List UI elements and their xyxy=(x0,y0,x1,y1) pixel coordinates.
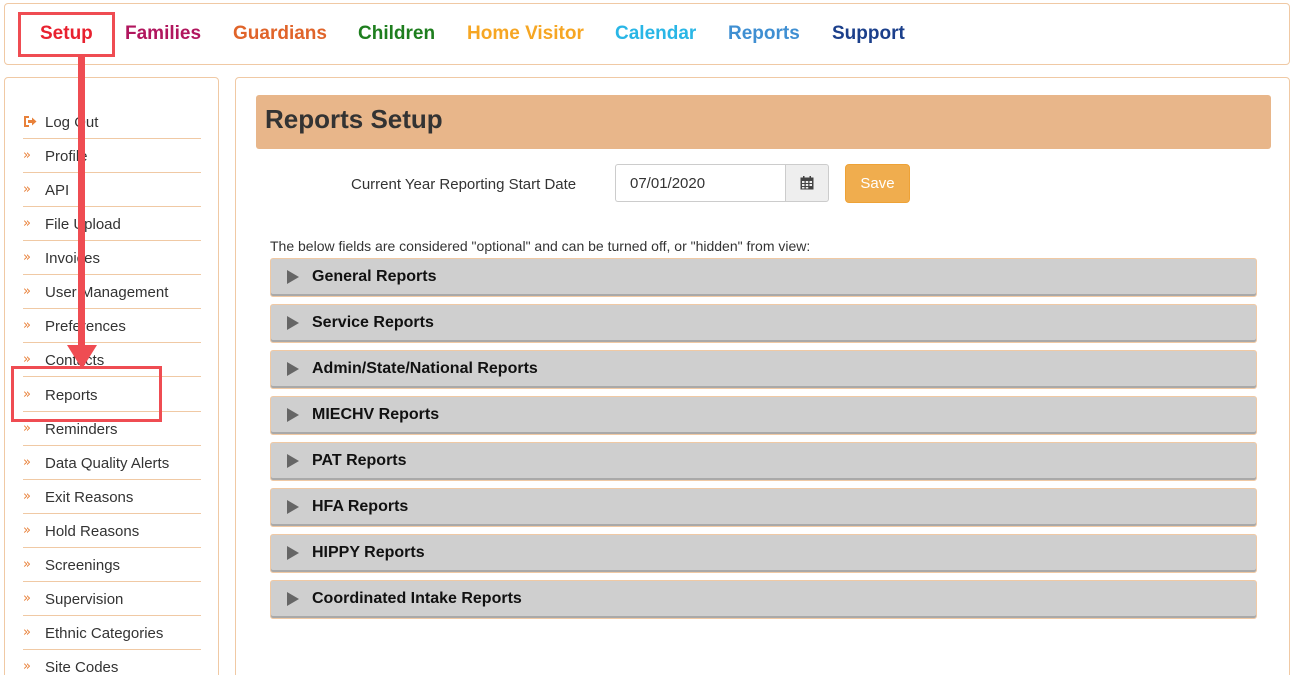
chevron-double-right-icon: » xyxy=(23,523,31,538)
sidebar-item-label: API xyxy=(45,182,70,199)
expand-triangle-icon xyxy=(287,592,299,606)
top-navigation: Setup Families Guardians Children Home V… xyxy=(4,3,1290,65)
chevron-double-right-icon: » xyxy=(23,489,31,504)
accordion-label: MIECHV Reports xyxy=(312,406,440,423)
chevron-double-right-icon: » xyxy=(23,182,31,197)
sidebar-item-site-codes[interactable]: » Site Codes xyxy=(23,650,201,675)
sidebar-item-label: User Management xyxy=(45,284,169,301)
sidebar-item-api[interactable]: » API xyxy=(23,173,201,207)
accordion-admin-state-national-reports[interactable]: Admin/State/National Reports xyxy=(270,350,1257,389)
chevron-double-right-icon: » xyxy=(23,591,31,606)
reporting-start-date-label: Current Year Reporting Start Date xyxy=(351,176,577,193)
accordion-hippy-reports[interactable]: HIPPY Reports xyxy=(270,534,1257,573)
nav-setup[interactable]: Setup xyxy=(40,23,93,45)
accordion-label: PAT Reports xyxy=(312,452,407,469)
sidebar-item-hold-reasons[interactable]: » Hold Reasons xyxy=(23,514,201,548)
nav-home-visitor[interactable]: Home Visitor xyxy=(467,23,584,45)
sidebar-item-label: Hold Reasons xyxy=(45,523,140,540)
sidebar-item-data-quality-alerts[interactable]: » Data Quality Alerts xyxy=(23,446,201,480)
expand-triangle-icon xyxy=(287,316,299,330)
sidebar-item-label: Data Quality Alerts xyxy=(45,455,170,472)
chevron-double-right-icon: » xyxy=(23,250,31,265)
chevron-double-right-icon: » xyxy=(23,387,31,402)
nav-guardians[interactable]: Guardians xyxy=(233,23,327,45)
chevron-double-right-icon: » xyxy=(23,148,31,163)
chevron-double-right-icon: » xyxy=(23,421,31,436)
expand-triangle-icon xyxy=(287,454,299,468)
nav-reports[interactable]: Reports xyxy=(728,23,800,45)
reporting-start-date-input[interactable] xyxy=(615,164,786,202)
expand-triangle-icon xyxy=(287,270,299,284)
expand-triangle-icon xyxy=(287,362,299,376)
sidebar-item-reminders[interactable]: » Reminders xyxy=(23,412,201,446)
sidebar-item-label: Screenings xyxy=(45,557,121,574)
main-panel: Reports Setup Current Year Reporting Sta… xyxy=(235,77,1290,675)
calendar-icon xyxy=(800,176,814,190)
sidebar-item-supervision[interactable]: » Supervision xyxy=(23,582,201,616)
sidebar-item-label: Reminders xyxy=(45,421,118,438)
sidebar-item-log-out[interactable]: Log Out xyxy=(23,105,201,139)
sidebar-item-screenings[interactable]: » Screenings xyxy=(23,548,201,582)
accordion-label: HIPPY Reports xyxy=(312,544,425,561)
page-title: Reports Setup xyxy=(256,95,1271,149)
accordion-label: Service Reports xyxy=(312,314,434,331)
chevron-double-right-icon: » xyxy=(23,455,31,470)
nav-families[interactable]: Families xyxy=(125,23,201,45)
sidebar-item-reports[interactable]: » Reports xyxy=(23,378,201,412)
sidebar-item-contacts[interactable]: » Contacts xyxy=(23,343,201,377)
sidebar-item-invoices[interactable]: » Invoices xyxy=(23,241,201,275)
accordion-label: HFA Reports xyxy=(312,498,409,515)
sidebar-item-label: Supervision xyxy=(45,591,124,608)
expand-triangle-icon xyxy=(287,546,299,560)
nav-support[interactable]: Support xyxy=(832,23,905,45)
accordion-hfa-reports[interactable]: HFA Reports xyxy=(270,488,1257,527)
accordion-general-reports[interactable]: General Reports xyxy=(270,258,1257,297)
sidebar-item-user-management[interactable]: » User Management xyxy=(23,275,201,309)
sidebar-item-label: Reports xyxy=(45,387,98,404)
sidebar: Log Out » Profile » API » File Upload » … xyxy=(4,77,219,675)
accordion-label: Admin/State/National Reports xyxy=(312,360,538,377)
optional-fields-info: The below fields are considered "optiona… xyxy=(270,238,811,254)
sidebar-item-file-upload[interactable]: » File Upload xyxy=(23,207,201,241)
sidebar-item-label: Site Codes xyxy=(45,659,119,675)
sidebar-item-label: Ethnic Categories xyxy=(45,625,164,642)
accordion-pat-reports[interactable]: PAT Reports xyxy=(270,442,1257,481)
sidebar-item-label: Invoices xyxy=(45,250,101,267)
sidebar-item-label: Preferences xyxy=(45,318,126,335)
accordion-label: General Reports xyxy=(312,268,437,285)
sidebar-item-preferences[interactable]: » Preferences xyxy=(23,309,201,343)
nav-children[interactable]: Children xyxy=(358,23,435,45)
chevron-double-right-icon: » xyxy=(23,284,31,299)
accordion-coordinated-intake-reports[interactable]: Coordinated Intake Reports xyxy=(270,580,1257,619)
accordion-miechv-reports[interactable]: MIECHV Reports xyxy=(270,396,1257,435)
sidebar-item-label: Log Out xyxy=(45,114,99,131)
chevron-double-right-icon: » xyxy=(23,216,31,231)
sidebar-item-exit-reasons[interactable]: » Exit Reasons xyxy=(23,480,201,514)
calendar-button[interactable] xyxy=(785,164,829,202)
chevron-double-right-icon: » xyxy=(23,318,31,333)
save-button[interactable]: Save xyxy=(845,164,910,203)
sidebar-item-ethnic-categories[interactable]: » Ethnic Categories xyxy=(23,616,201,650)
nav-calendar[interactable]: Calendar xyxy=(615,23,696,45)
chevron-double-right-icon: » xyxy=(23,352,31,367)
chevron-double-right-icon: » xyxy=(23,625,31,640)
expand-triangle-icon xyxy=(287,408,299,422)
chevron-double-right-icon: » xyxy=(23,557,31,572)
logout-icon xyxy=(24,116,37,127)
expand-triangle-icon xyxy=(287,500,299,514)
annotation-arrow-shaft xyxy=(78,55,85,355)
sidebar-item-profile[interactable]: » Profile xyxy=(23,139,201,173)
accordion-label: Coordinated Intake Reports xyxy=(312,590,522,607)
annotation-arrow-head xyxy=(67,345,97,369)
sidebar-item-label: Exit Reasons xyxy=(45,489,134,506)
accordion-service-reports[interactable]: Service Reports xyxy=(270,304,1257,343)
chevron-double-right-icon: » xyxy=(23,659,31,674)
